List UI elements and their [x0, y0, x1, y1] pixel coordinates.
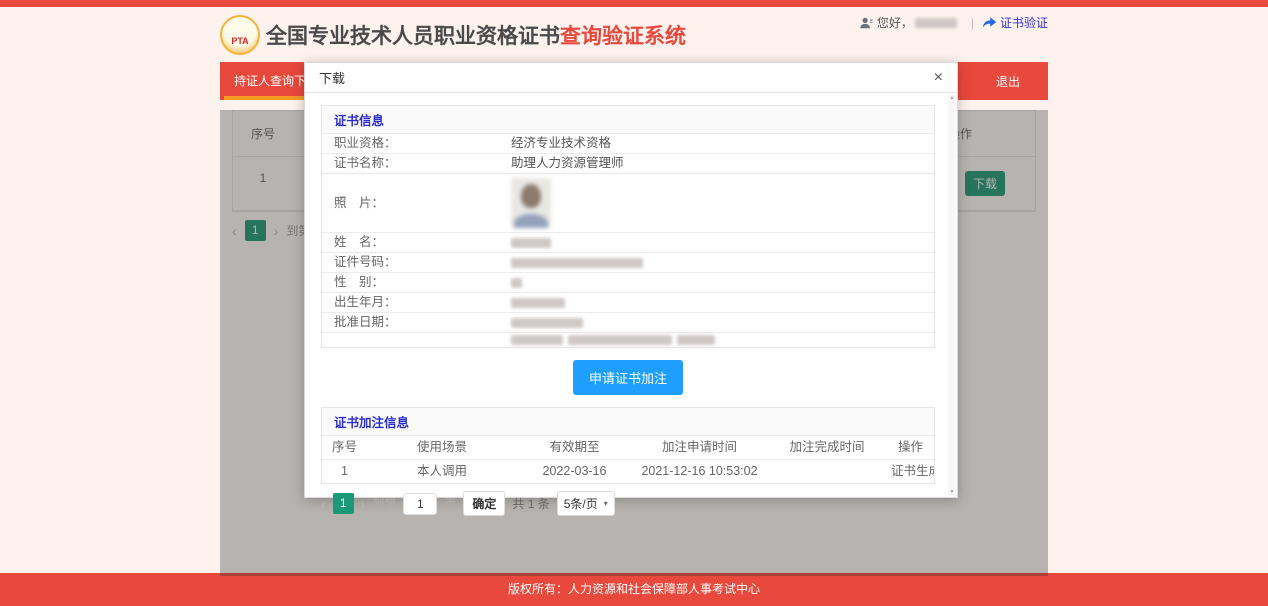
scroll-up-icon[interactable]: ▲ — [950, 95, 955, 101]
info-row-cert-name: 证书名称： 助理人力资源管理师 — [322, 153, 934, 173]
total-count-label: 共 1 条 — [512, 495, 549, 512]
info-row-qualification: 职业资格： 经济专业技术资格 — [322, 133, 934, 153]
user-area: 您好， | 证书验证 — [859, 14, 1048, 31]
redacted-org-info — [511, 335, 715, 345]
id-photo — [511, 178, 551, 228]
certificate-info-table: 证书信息 职业资格： 经济专业技术资格 证书名称： 助理人力资源管理师 照 片： — [321, 105, 935, 348]
annotation-section-title: 证书加注信息 — [322, 408, 934, 435]
info-row-birth: 出生年月： — [322, 292, 934, 312]
info-row-approve-date: 批准日期： — [322, 312, 934, 332]
user-icon — [859, 16, 873, 30]
annotation-table: 证书加注信息 序号 使用场景 有效期至 加注申请时间 加注完成时间 操作 1 本… — [321, 407, 935, 484]
annotation-table-header: 序号 使用场景 有效期至 加注申请时间 加注完成时间 操作 — [322, 435, 934, 459]
footer: 版权所有：人力资源和社会保障部人事考试中心 — [0, 573, 1268, 606]
site-title-main: 全国专业技术人员职业资格证书 — [266, 25, 560, 48]
goto-prefix-label: 到第 — [372, 495, 396, 512]
cert-generating-link[interactable]: 证书生成中… — [887, 460, 934, 483]
redacted-birth-date — [511, 298, 565, 308]
chevron-down-icon: ▾ — [604, 499, 608, 508]
goto-page-input[interactable] — [403, 493, 437, 515]
confirm-button[interactable]: 确定 — [463, 491, 505, 516]
pta-logo-text: PTA — [231, 36, 248, 46]
logout-button[interactable]: 退出 — [968, 73, 1048, 90]
greeting-text: 您好， — [877, 14, 913, 31]
redacted-name — [511, 238, 551, 248]
top-accent-strip — [0, 0, 1268, 7]
modal-pagination: ‹ 1 › 到第 页 确定 共 1 条 5条/页 ▾ — [321, 491, 935, 516]
annotation-table-row: 1 本人调用 2022-03-16 2021-12-16 10:53:02 证书… — [322, 459, 934, 483]
modal-body: 证书信息 职业资格： 经济专业技术资格 证书名称： 助理人力资源管理师 照 片： — [305, 93, 957, 516]
info-row-org — [322, 332, 934, 347]
page-size-select[interactable]: 5条/页 ▾ — [557, 491, 615, 516]
modal-title: 下载 — [319, 68, 345, 87]
next-page-arrow[interactable]: › — [361, 496, 366, 512]
certificate-verify-link[interactable]: 证书验证 — [1000, 14, 1048, 31]
greeting-divider: | — [971, 16, 974, 30]
apply-annotation-button[interactable]: 申请证书加注 — [573, 360, 683, 395]
scroll-down-icon[interactable]: ▼ — [950, 489, 955, 495]
site-title: 全国专业技术人员职业资格证书查询验证系统 — [266, 20, 686, 50]
pta-logo: PTA — [220, 15, 260, 55]
redacted-username — [915, 18, 957, 28]
info-row-gender: 性 别： — [322, 272, 934, 292]
close-icon[interactable]: × — [934, 70, 943, 86]
page-1-button[interactable]: 1 — [333, 493, 354, 514]
redacted-approve-date — [511, 318, 583, 328]
site-header: PTA 全国专业技术人员职业资格证书查询验证系统 您好， | 证书验证 — [220, 7, 1048, 62]
modal-scrollbar[interactable]: ▲ ▼ — [948, 94, 956, 496]
info-row-id-number: 证件号码： — [322, 252, 934, 272]
copyright-text: 版权所有：人力资源和社会保障部人事考试中心 — [508, 582, 760, 596]
prev-page-arrow[interactable]: ‹ — [321, 496, 326, 512]
modal-header: 下载 × — [305, 63, 957, 93]
site-title-accent: 查询验证系统 — [560, 25, 686, 48]
download-modal: 下载 × ▲ ▼ 证书信息 职业资格： 经济专业技术资格 证书名称： 助理人力资… — [304, 62, 958, 498]
info-row-name: 姓 名： — [322, 232, 934, 252]
redacted-id-number — [511, 258, 643, 268]
info-row-photo: 照 片： — [322, 173, 934, 232]
goto-suffix-label: 页 — [444, 495, 456, 512]
redacted-gender — [511, 278, 522, 288]
cert-info-section-title: 证书信息 — [322, 106, 934, 133]
share-arrow-icon — [982, 16, 997, 29]
